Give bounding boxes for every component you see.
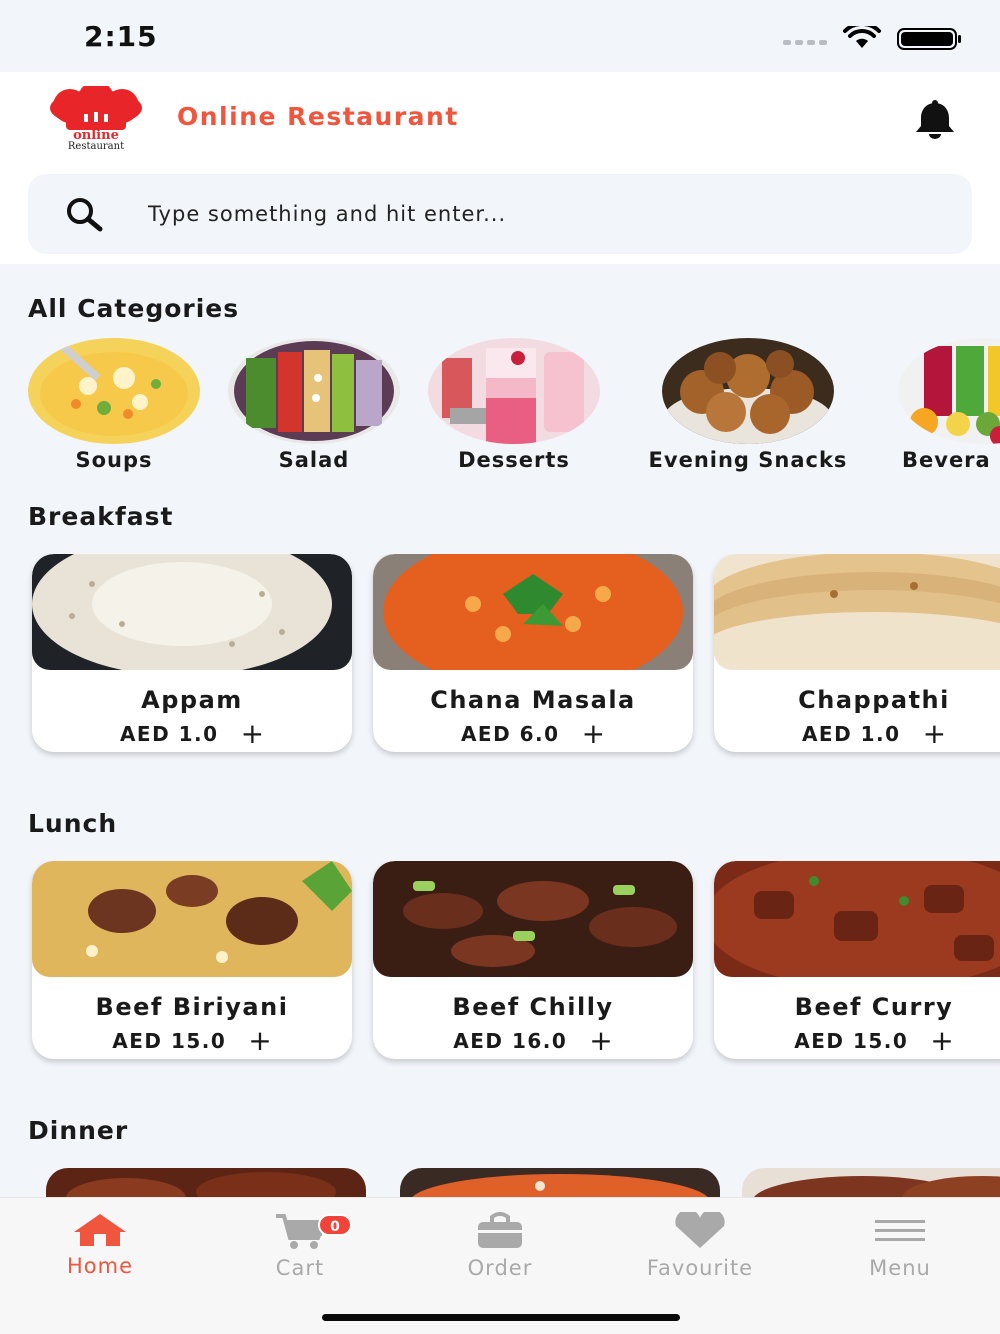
category-evening-snacks[interactable]: Evening Snacks	[626, 338, 870, 472]
search-input[interactable]	[148, 196, 928, 232]
category-salad-image	[228, 338, 400, 444]
add-to-cart-button[interactable]: +	[923, 720, 946, 748]
food-price: AED 16.0	[453, 1029, 568, 1053]
category-label: Soups	[75, 448, 153, 472]
food-card-beef-biriyani[interactable]: Beef Biriyani AED 15.0 +	[32, 861, 352, 1059]
food-name: Beef Biriyani	[95, 993, 289, 1021]
food-image-beef-chilly	[373, 861, 693, 977]
food-card-chana-masala[interactable]: Chana Masala AED 6.0 +	[373, 554, 693, 752]
food-price: AED 15.0	[794, 1029, 909, 1053]
cart-count-badge: 0	[318, 1214, 352, 1236]
status-bar: 2:15	[0, 0, 1000, 72]
category-label: Salad	[278, 448, 350, 472]
category-soups-image	[28, 338, 200, 444]
restaurant-logo: online Restaurant	[50, 86, 142, 152]
tab-label: Home	[66, 1254, 133, 1278]
food-price: AED 1.0	[119, 722, 219, 746]
svg-text:Restaurant: Restaurant	[68, 141, 124, 152]
status-time: 2:15	[84, 20, 158, 53]
tab-label: Order	[467, 1256, 533, 1280]
dinner-card[interactable]	[742, 1168, 1000, 1198]
food-name: Beef Chilly	[452, 993, 614, 1021]
category-label: Evening Snacks	[648, 448, 848, 472]
category-label: Bevera	[902, 448, 991, 472]
add-to-cart-button[interactable]: +	[930, 1027, 953, 1055]
categories-title: All Categories	[28, 294, 240, 323]
app-header: online Restaurant Online Restaurant	[0, 72, 1000, 264]
category-desserts-image	[428, 338, 600, 444]
tab-label: Cart	[275, 1256, 325, 1280]
wifi-icon	[843, 26, 881, 48]
category-label: Desserts	[458, 448, 570, 472]
categories-list: Soups Salad Desserts Evening Snacks Beve…	[0, 338, 1000, 478]
breakfast-list: Appam AED 1.0 + Chana Masala AED 6.0 + C…	[0, 554, 1000, 764]
add-to-cart-button[interactable]: +	[241, 720, 264, 748]
food-price: AED 1.0	[801, 722, 901, 746]
add-to-cart-button[interactable]: +	[589, 1027, 612, 1055]
category-beverages[interactable]: Bevera	[896, 338, 1000, 472]
dinner-list	[0, 1168, 1000, 1198]
category-salad[interactable]: Salad	[226, 338, 402, 472]
search-icon	[67, 198, 103, 232]
food-image-appam	[32, 554, 352, 670]
category-desserts[interactable]: Desserts	[426, 338, 602, 472]
food-name: Chappathi	[798, 686, 950, 714]
battery-icon	[897, 28, 961, 50]
food-name: Appam	[141, 686, 243, 714]
dinner-card[interactable]	[46, 1168, 366, 1198]
cellular-signal-icon	[783, 40, 827, 45]
lunch-title: Lunch	[28, 809, 118, 838]
food-image-chana-masala	[373, 554, 693, 670]
tab-home[interactable]: Home	[0, 1212, 200, 1278]
lunch-list: Beef Biriyani AED 15.0 + Beef Chilly AED…	[0, 861, 1000, 1071]
dinner-card[interactable]	[400, 1168, 720, 1198]
food-name: Chana Masala	[430, 686, 636, 714]
add-to-cart-button[interactable]: +	[248, 1027, 271, 1055]
food-price: AED 15.0	[112, 1029, 227, 1053]
dinner-title: Dinner	[28, 1116, 129, 1145]
food-card-appam[interactable]: Appam AED 1.0 +	[32, 554, 352, 752]
tab-order[interactable]: Order	[400, 1212, 600, 1280]
food-card-beef-chilly[interactable]: Beef Chilly AED 16.0 +	[373, 861, 693, 1059]
notification-bell-icon[interactable]	[912, 100, 958, 140]
heart-icon	[675, 1209, 725, 1248]
category-beverages-image	[898, 338, 1000, 444]
home-indicator	[322, 1314, 680, 1321]
app-title: Online Restaurant	[177, 102, 459, 131]
food-image-beef-curry	[714, 861, 1000, 977]
food-image-chappathi	[714, 554, 1000, 670]
food-image-beef-biriyani	[32, 861, 352, 977]
tab-label: Favourite	[646, 1256, 754, 1280]
hamburger-menu-icon	[875, 1220, 925, 1241]
shopping-bag-icon	[478, 1212, 522, 1248]
search-bar[interactable]	[28, 174, 972, 254]
tab-favourite[interactable]: Favourite	[600, 1209, 800, 1280]
add-to-cart-button[interactable]: +	[582, 720, 605, 748]
breakfast-title: Breakfast	[28, 502, 174, 531]
food-price: AED 6.0	[460, 722, 560, 746]
tab-label: Menu	[869, 1256, 931, 1280]
food-card-chappathi[interactable]: Chappathi AED 1.0 +	[714, 554, 1000, 752]
category-evening-snacks-image	[662, 338, 834, 444]
tab-cart[interactable]: 0 Cart	[200, 1212, 400, 1280]
tab-menu[interactable]: Menu	[800, 1212, 1000, 1280]
home-icon	[74, 1214, 126, 1246]
food-card-beef-curry[interactable]: Beef Curry AED 15.0 +	[714, 861, 1000, 1059]
category-soups[interactable]: Soups	[26, 338, 202, 472]
food-name: Beef Curry	[794, 993, 954, 1021]
